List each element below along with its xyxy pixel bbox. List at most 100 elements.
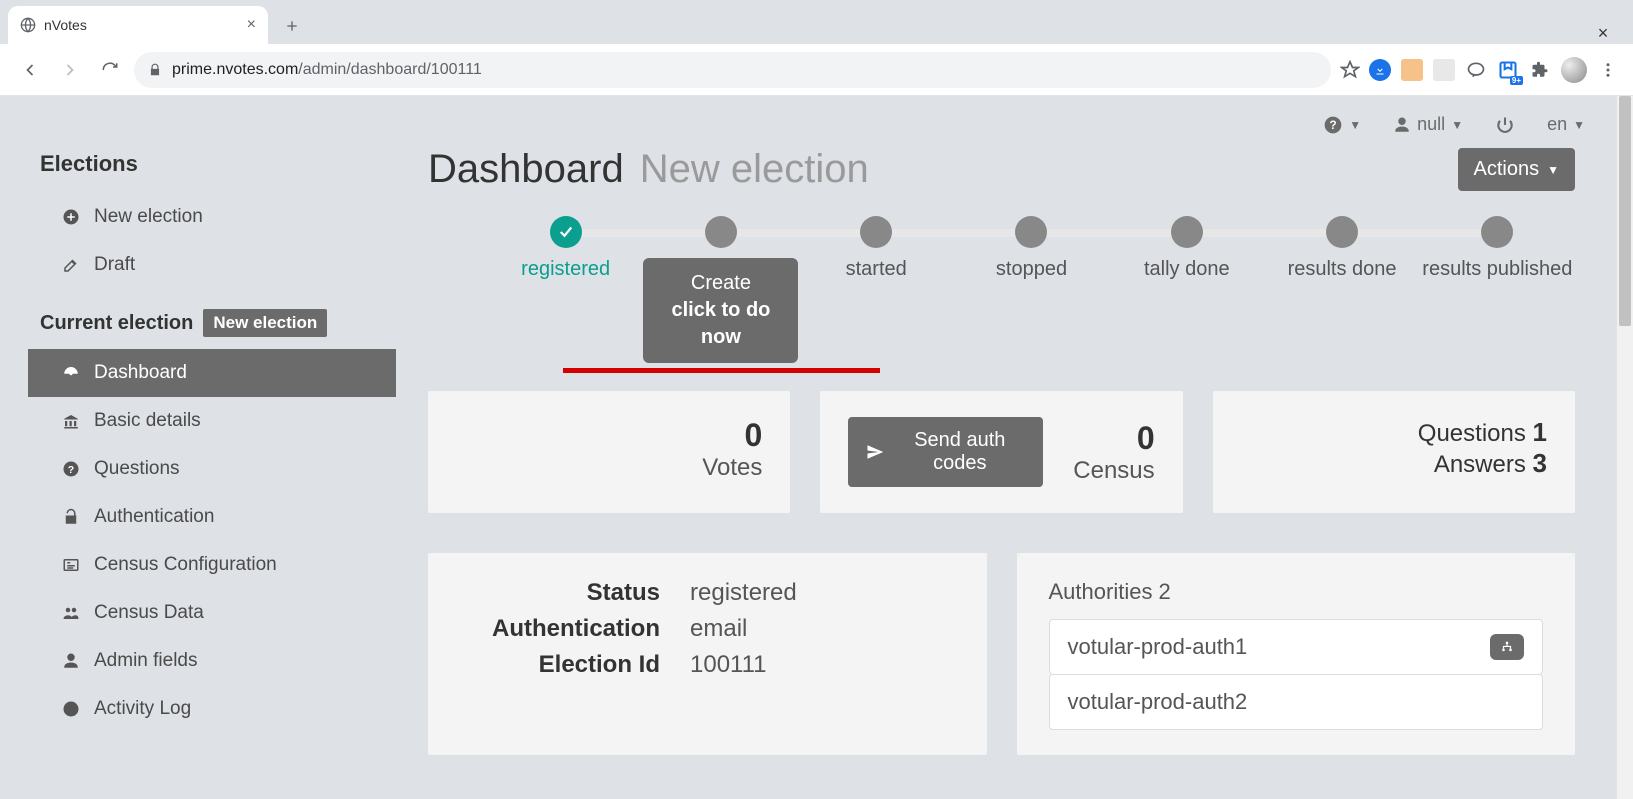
census-card: Send auth codes 0 Census [820,391,1182,513]
sidebar: Elections New election Draft Current ele… [28,141,408,755]
sidebar-group-current: Current election New election [28,289,396,349]
details-panel: Status registered Authentication email E… [428,553,987,755]
reload-button[interactable] [94,54,126,86]
authority-name: votular-prod-auth1 [1068,634,1248,660]
scrollbar-thumb[interactable] [1619,96,1631,326]
step-label: started [846,258,907,281]
edit-icon [62,256,82,274]
profile-avatar[interactable] [1561,57,1587,83]
step-dot [705,216,737,248]
sidebar-title: Elections [28,141,396,193]
user-menu[interactable]: null ▼ [1393,114,1463,135]
sidebar-item-label: Dashboard [94,362,187,384]
browser-tab[interactable]: nVotes × [8,6,268,44]
omnibox[interactable]: prime.nvotes.com/admin/dashboard/100111 [134,52,1331,88]
sidebar-item-admin-fields[interactable]: Admin fields [28,637,396,685]
create-tooltip[interactable]: Create click to do now [643,258,798,363]
star-icon[interactable] [1339,59,1361,81]
language-menu[interactable]: en ▼ [1547,114,1585,135]
user-name: null [1417,114,1445,135]
votes-value: 0 [456,417,762,454]
save-ext-icon[interactable]: 9+ [1497,59,1519,81]
sidebar-item-census-data[interactable]: Census Data [28,589,396,637]
sidebar-item-label: Census Data [94,602,204,624]
status-key: Status [460,579,660,607]
unlock-icon [62,508,82,526]
authority-name: votular-prod-auth2 [1068,689,1248,715]
progress-steps: registered Create click to do now [488,216,1575,363]
actions-dropdown[interactable]: Actions ▼ [1458,148,1575,191]
step-label: results done [1288,258,1397,281]
ext-icon-3[interactable] [1433,59,1455,81]
authority-row[interactable]: votular-prod-auth1 [1049,619,1544,675]
chevron-down-icon: ▼ [1547,163,1559,177]
tooltip-subtitle: click to do now [661,297,780,351]
votes-label: Votes [456,454,762,482]
questions-label: Questions [1418,420,1526,447]
tab-strip: nVotes × × [0,0,1633,44]
step-dot [1171,216,1203,248]
help-menu[interactable]: ? ▼ [1323,115,1361,135]
current-election-badge: New election [203,309,327,337]
scrollbar-track[interactable] [1617,96,1633,799]
election-id-key: Election Id [460,651,660,679]
extension-icons: 9+ [1369,57,1619,83]
chevron-down-icon: ▼ [1573,118,1585,132]
step-label: results published [1422,258,1572,281]
sidebar-item-label: Questions [94,458,180,480]
sidebar-item-label: Admin fields [94,650,198,672]
puzzle-ext-icon[interactable] [1529,59,1551,81]
forward-button[interactable] [54,54,86,86]
sidebar-item-label: Activity Log [94,698,191,720]
step-dot [860,216,892,248]
url-text: prime.nvotes.com/admin/dashboard/100111 [172,61,482,79]
sidebar-item-basic-details[interactable]: Basic details [28,397,396,445]
lock-icon [148,63,162,77]
authority-row[interactable]: votular-prod-auth2 [1049,674,1544,730]
step-started: started [799,216,954,281]
pie-icon [62,700,82,718]
status-value: registered [690,579,955,607]
step-stopped: stopped [954,216,1109,281]
census-label: Census [1073,457,1154,485]
sidebar-item-authentication[interactable]: Authentication [28,493,396,541]
svg-text:?: ? [1330,119,1337,132]
sidebar-item-dashboard[interactable]: Dashboard [28,349,396,397]
paper-plane-icon [866,443,884,461]
tab-title: nVotes [44,17,87,33]
browser-menu-icon[interactable] [1597,59,1619,81]
step-tally-done: tally done [1109,216,1264,281]
card-icon [62,556,82,574]
auth-key: Authentication [460,615,660,643]
sidebar-item-questions[interactable]: ? Questions [28,445,396,493]
send-auth-codes-button[interactable]: Send auth codes [848,417,1043,487]
new-tab-button[interactable] [278,12,306,40]
window-close-icon[interactable]: × [1581,23,1625,44]
ext-icon-2[interactable] [1401,59,1423,81]
download-ext-icon[interactable] [1369,59,1391,81]
sidebar-item-draft[interactable]: Draft [28,241,396,289]
power-button[interactable] [1495,115,1515,135]
svg-text:?: ? [68,464,74,476]
top-nav: ? ▼ null ▼ en ▼ [28,96,1605,141]
sidebar-item-new-election[interactable]: New election [28,193,396,241]
step-create[interactable]: Create click to do now [643,216,798,363]
step-label: registered [521,258,610,281]
page-title: Dashboard [428,147,624,192]
authorities-panel: Authorities 2 votular-prod-auth1 votular… [1017,553,1576,755]
chat-ext-icon[interactable] [1465,59,1487,81]
step-results-done: results done [1264,216,1419,281]
census-value: 0 [1073,420,1154,457]
sidebar-item-activity-log[interactable]: Activity Log [28,685,396,733]
back-button[interactable] [14,54,46,86]
sidebar-item-label: Draft [94,254,135,276]
address-bar: prime.nvotes.com/admin/dashboard/100111 … [0,44,1633,96]
step-label: tally done [1144,258,1230,281]
plus-circle-icon [62,208,82,226]
sidebar-item-census-config[interactable]: Census Configuration [28,541,396,589]
step-label: stopped [996,258,1067,281]
close-tab-icon[interactable]: × [247,16,256,34]
chevron-down-icon: ▼ [1451,118,1463,132]
step-registered: registered [488,216,643,281]
sidebar-item-label: New election [94,206,203,228]
